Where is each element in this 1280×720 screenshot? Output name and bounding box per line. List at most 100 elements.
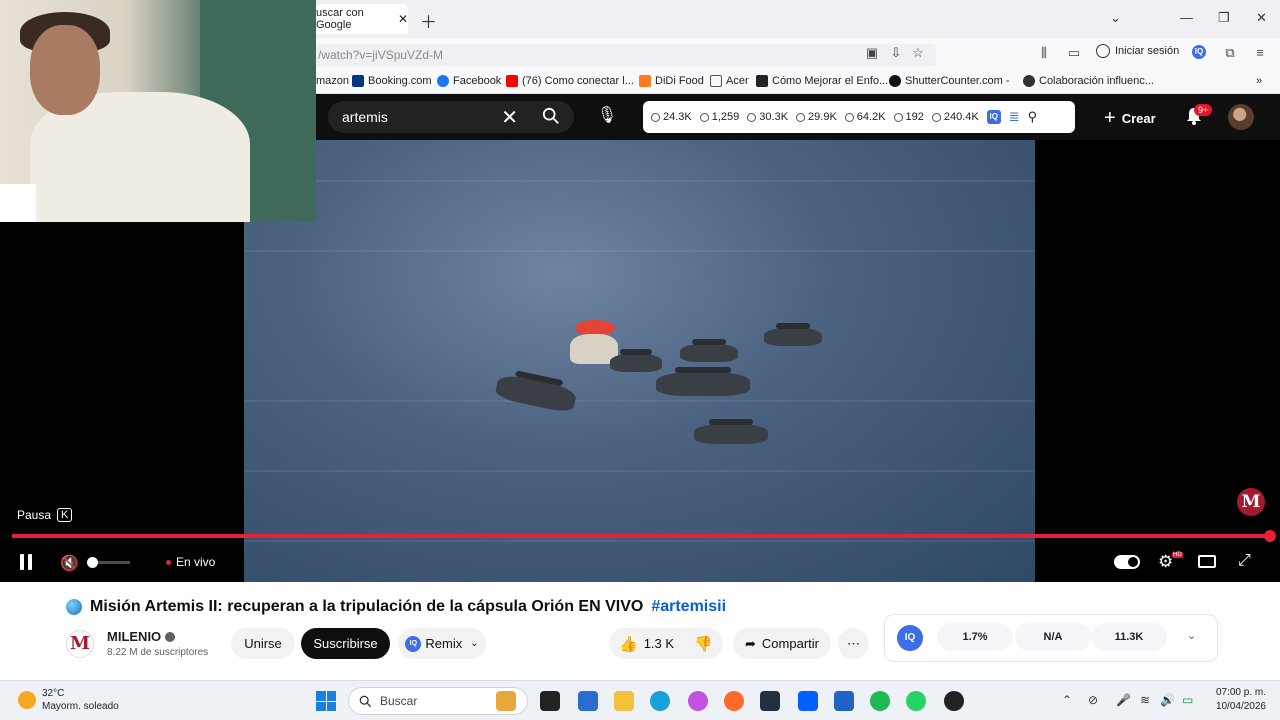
library-icon[interactable]: ⫼: [1036, 45, 1052, 61]
network-off-icon[interactable]: ⊘: [1088, 693, 1098, 707]
dropbox-icon[interactable]: [798, 691, 818, 711]
speaker-icon[interactable]: 🔊: [1160, 693, 1175, 707]
weather-widget[interactable]: 32°C Mayorm. soleado: [18, 687, 119, 713]
system-clock[interactable]: 07:00 p. m. 10/04/2026: [1208, 686, 1266, 714]
bookmark-shuttercounter[interactable]: ShutterCounter.com -: [889, 75, 1010, 87]
bookmark-didi[interactable]: DiDi Food: [639, 75, 704, 87]
trophy-icon[interactable]: ⚲: [1028, 109, 1038, 125]
search-box[interactable]: artemis ✕: [328, 101, 574, 133]
create-button[interactable]: + Crear: [1104, 107, 1156, 130]
address-field[interactable]: /watch?v=jiVSpuVZd-M: [316, 44, 936, 66]
whatsapp-icon[interactable]: [906, 691, 926, 711]
download-icon[interactable]: ⇩: [888, 45, 904, 61]
recovery-boat: [656, 367, 750, 396]
stats-panel: 24.3K 1,259 30.3K 29.9K 64.2K 192 240.4K…: [643, 101, 1075, 133]
signin-button[interactable]: Iniciar sesión: [1096, 44, 1179, 58]
close-window-icon[interactable]: ✕: [1256, 10, 1267, 26]
tab-list-icon[interactable]: ⌄: [1110, 10, 1121, 26]
browser-tab[interactable]: uscar con Google ✕: [316, 4, 408, 34]
task-view-icon[interactable]: [540, 691, 560, 711]
didi-icon: [639, 75, 651, 87]
file-explorer-icon[interactable]: [614, 691, 634, 711]
iq-extension-icon[interactable]: IQ: [1192, 45, 1208, 61]
bookmark-collab[interactable]: Colaboración influenc...: [1023, 75, 1154, 87]
iq-icon[interactable]: IQ: [986, 110, 1001, 124]
list-icon[interactable]: ≣: [1009, 109, 1020, 125]
bookmark-booking[interactable]: Booking.com: [352, 75, 432, 87]
bookmark-amazon[interactable]: mazon: [316, 75, 349, 87]
fullscreen-icon[interactable]: ⤢: [1238, 552, 1251, 570]
voice-search-icon[interactable]: 🎙: [594, 103, 620, 129]
pause-button[interactable]: [20, 554, 34, 570]
progress-bar[interactable]: [12, 530, 1276, 542]
channel-name[interactable]: MILENIO: [107, 629, 176, 644]
amazon-icon[interactable]: [760, 691, 780, 711]
bookmark-acer[interactable]: Acer: [710, 75, 749, 87]
pip-icon[interactable]: ▣: [864, 45, 880, 61]
stat-item: 240.4K: [931, 111, 979, 123]
mute-icon[interactable]: 🔇: [60, 554, 79, 572]
maximize-icon[interactable]: ❐: [1218, 10, 1230, 26]
share-button[interactable]: ➦ Compartir: [733, 628, 831, 659]
video-title: Misión Artemis II: recuperan a la tripul…: [66, 598, 726, 616]
subscribe-button[interactable]: Suscribirse: [301, 628, 390, 659]
search-icon: [359, 695, 372, 707]
sidebar-icon[interactable]: ▭: [1066, 45, 1082, 61]
volume-knob[interactable]: [87, 557, 98, 568]
video-frame[interactable]: [244, 140, 1035, 582]
like-dislike-group: 👍 1.3 K 👎: [609, 628, 723, 659]
stat-item: 24.3K: [651, 111, 692, 123]
youtube-icon: [506, 75, 518, 87]
bookmark-facebook[interactable]: Facebook: [437, 75, 501, 87]
more-bookmarks-icon[interactable]: »: [1256, 75, 1262, 87]
bookmark-youtube[interactable]: (76) Como conectar l...: [506, 75, 634, 87]
volume-slider[interactable]: [87, 557, 130, 568]
facebook-icon: [437, 75, 449, 87]
outlook-icon[interactable]: [834, 691, 854, 711]
start-icon[interactable]: [316, 691, 336, 711]
close-tab-icon[interactable]: ✕: [398, 12, 408, 26]
iq-icon: IQ: [405, 635, 422, 652]
microphone-icon[interactable]: 🎤: [1116, 693, 1131, 707]
account-icon: [1096, 44, 1110, 58]
theater-mode-icon[interactable]: [1198, 555, 1216, 568]
chevron-down-icon[interactable]: ⌄: [1187, 629, 1196, 642]
avatar[interactable]: [1228, 104, 1254, 130]
live-indicator[interactable]: En vivo: [166, 555, 215, 569]
scrubber-handle[interactable]: [1264, 530, 1276, 542]
iq-logo[interactable]: IQ: [897, 625, 923, 651]
like-icon[interactable]: 👍: [619, 635, 638, 653]
copilot-icon[interactable]: [688, 691, 708, 711]
more-actions-icon[interactable]: ⋯: [838, 628, 869, 659]
channel-avatar[interactable]: M: [66, 630, 94, 658]
show-hidden-icons[interactable]: ⌃: [1062, 693, 1072, 707]
subscriber-count: 8.22 M de suscriptores: [107, 647, 209, 658]
share-icon: ➦: [745, 635, 756, 651]
store-icon[interactable]: [578, 691, 598, 711]
remix-button[interactable]: IQ Remix ⌄: [398, 628, 486, 659]
chevron-down-icon[interactable]: ⌄: [470, 638, 478, 649]
spotify-icon[interactable]: [870, 691, 890, 711]
chrome-icon[interactable]: [944, 691, 964, 711]
wifi-icon[interactable]: ≋: [1140, 693, 1150, 707]
clear-search-icon[interactable]: ✕: [501, 105, 518, 130]
dislike-icon[interactable]: 👎: [694, 635, 713, 653]
firefox-icon[interactable]: [724, 691, 744, 711]
new-tab-icon[interactable]: ＋: [420, 8, 437, 33]
search-input[interactable]: artemis: [342, 109, 388, 125]
join-button[interactable]: Unirse: [231, 628, 295, 659]
settings-gear-icon[interactable]: ⚙: [1158, 552, 1173, 572]
edge-icon[interactable]: [650, 691, 670, 711]
stat-item: 192: [893, 111, 924, 123]
hashtag-link[interactable]: #artemisii: [651, 598, 726, 616]
menu-icon[interactable]: ≡: [1252, 45, 1268, 61]
bookmark-star-icon[interactable]: ☆: [910, 45, 926, 61]
search-icon[interactable]: [542, 107, 560, 125]
extensions-icon[interactable]: ⧉: [1222, 45, 1238, 61]
booking-icon: [352, 75, 364, 87]
minimize-icon[interactable]: —: [1180, 10, 1193, 25]
battery-icon[interactable]: ▭: [1182, 693, 1193, 707]
bookmark-enfoque[interactable]: Cómo Mejorar el Enfo...: [756, 75, 888, 87]
autoplay-toggle[interactable]: [1114, 555, 1140, 569]
stat-item: 64.2K: [844, 111, 886, 123]
